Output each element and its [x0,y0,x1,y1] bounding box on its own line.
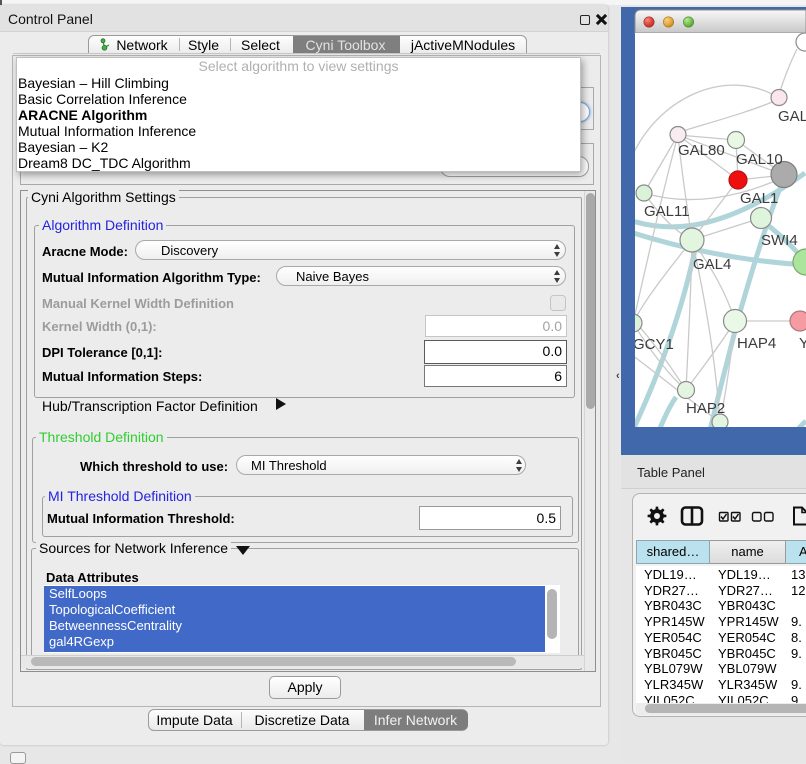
svg-text:GAL11: GAL11 [644,203,690,220]
svg-text:GAL1: GAL1 [740,190,778,207]
svg-text:GCY1: GCY1 [633,336,674,353]
svg-text:HAP2: HAP2 [686,400,725,417]
svg-text:HAP4: HAP4 [737,335,776,352]
svg-text:SWI4: SWI4 [761,232,798,249]
svg-text:GAL4: GAL4 [693,256,731,273]
svg-text:GAL10: GAL10 [736,151,783,168]
svg-text:Y: Y [799,335,806,352]
svg-text:GAL80: GAL80 [678,142,725,159]
svg-text:GAL: GAL [778,108,806,125]
